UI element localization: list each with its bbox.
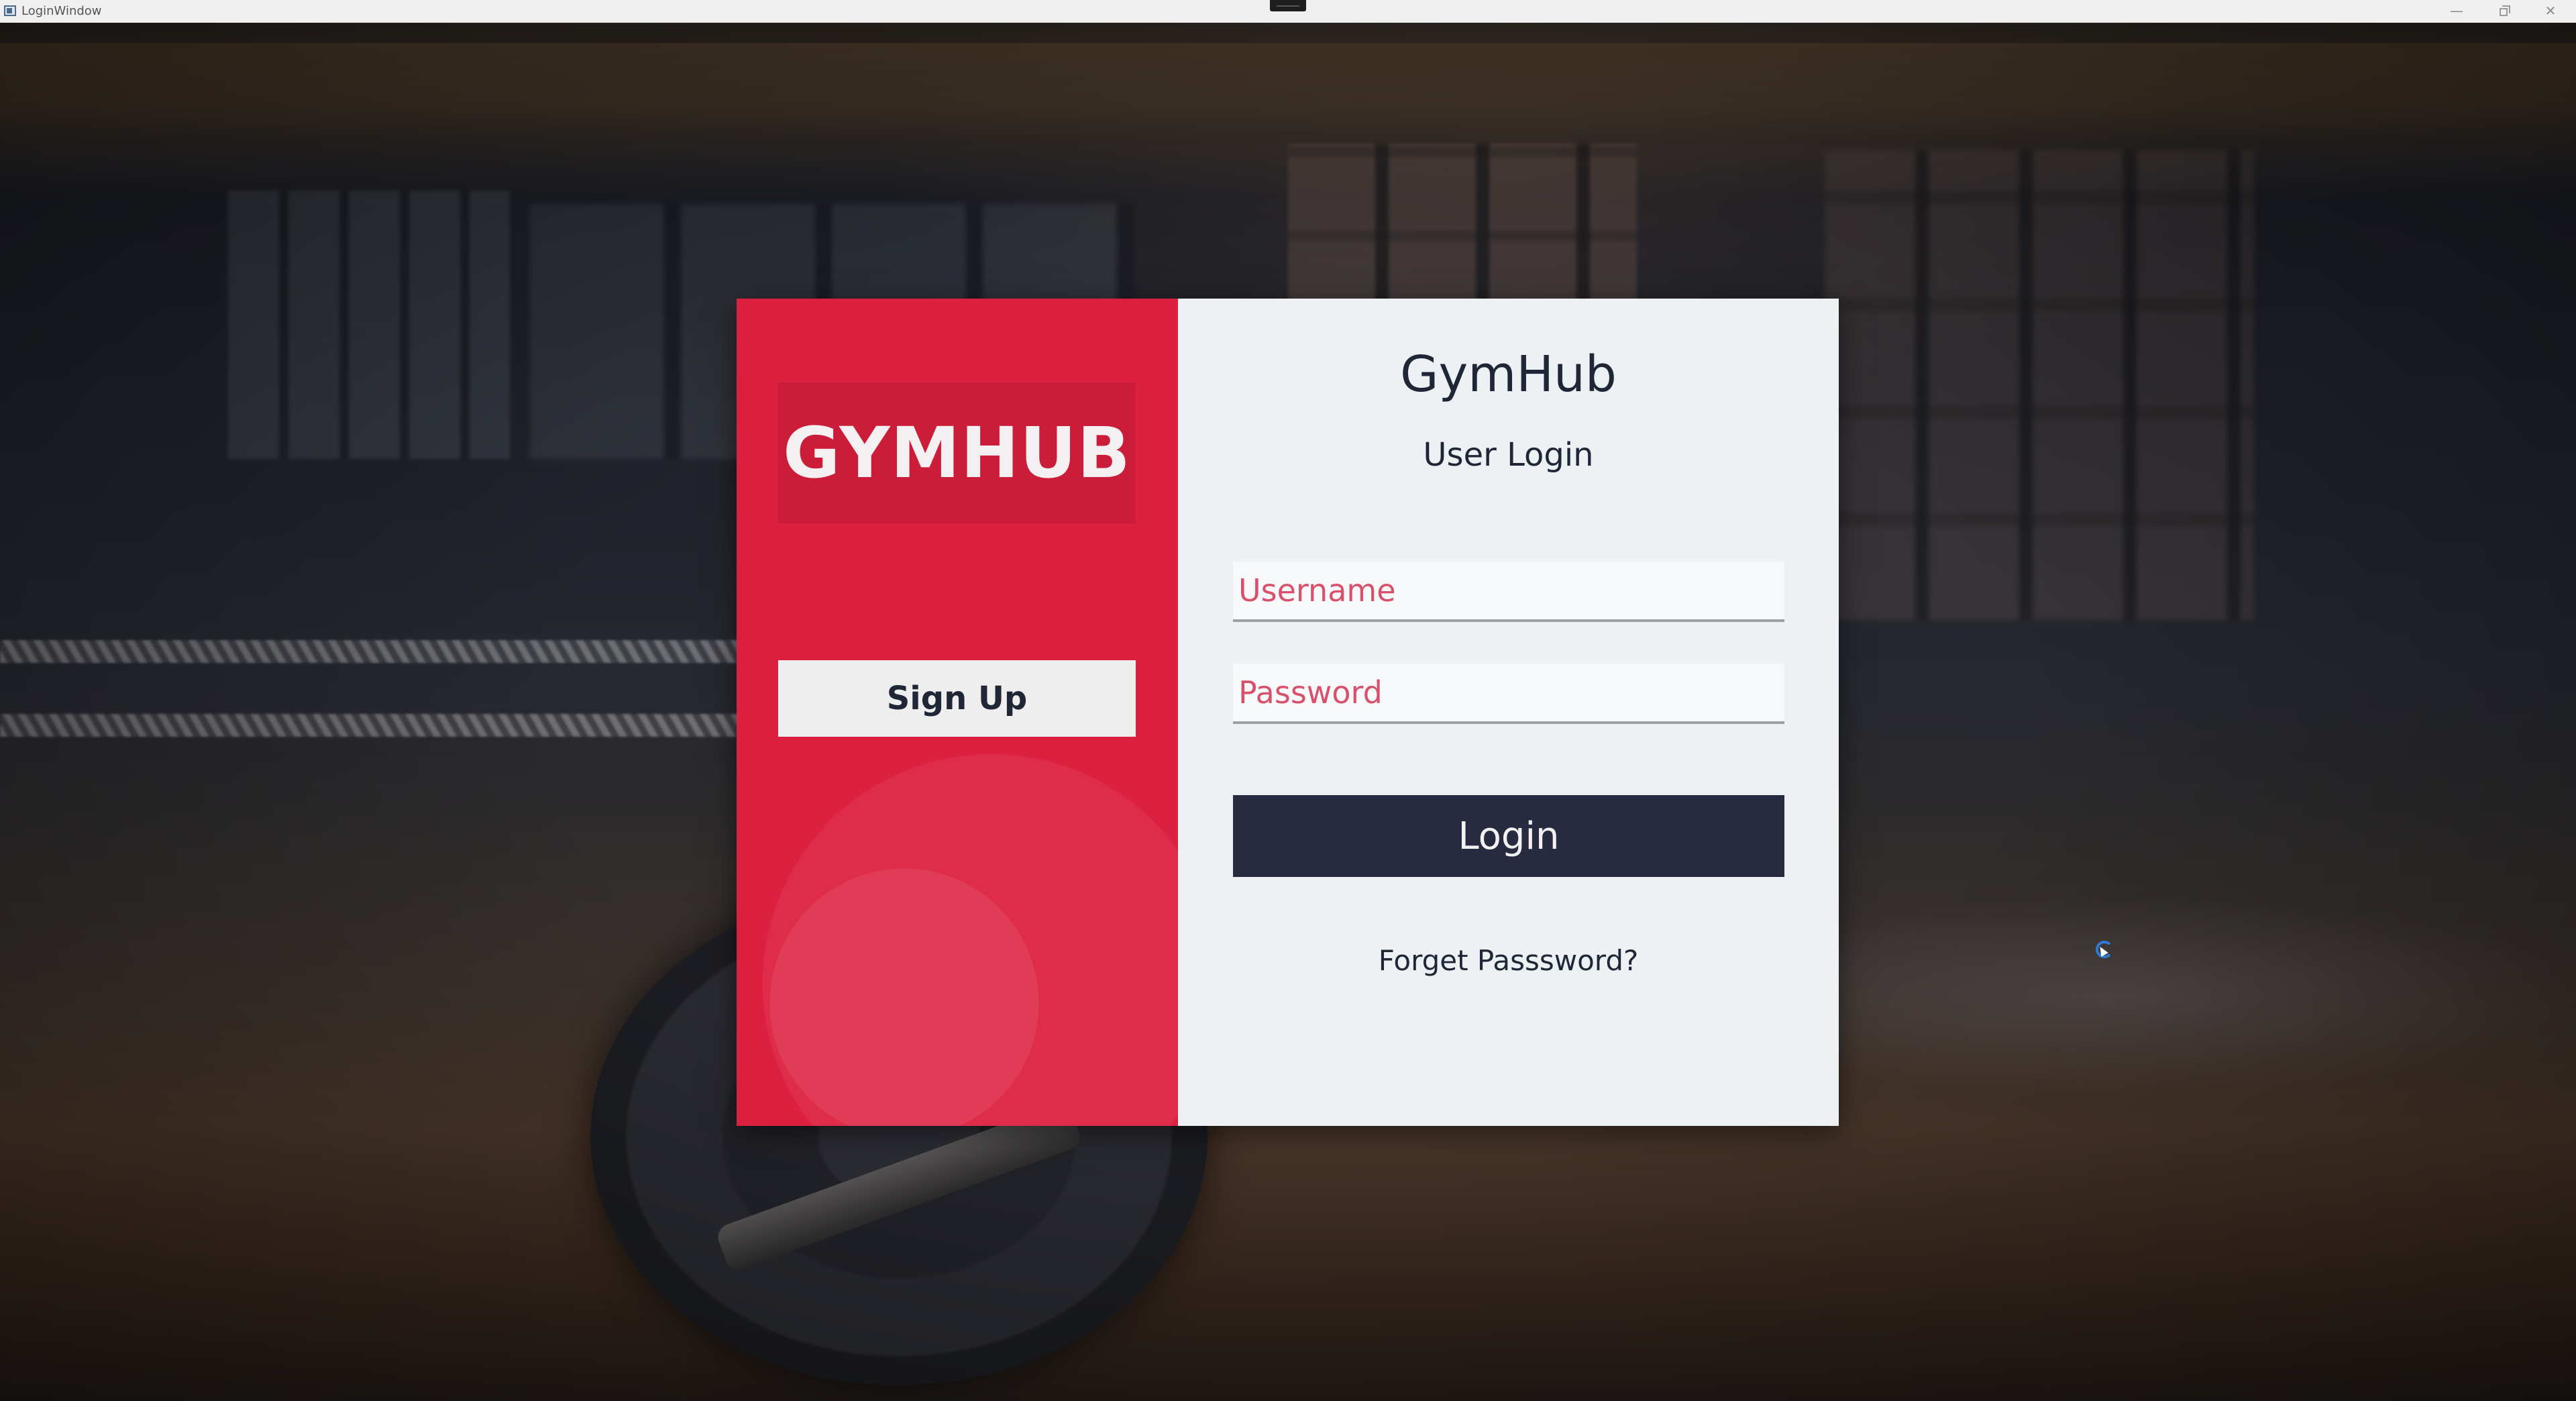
login-form-panel: GymHub User Login Login Forget Passsword… [1178,299,1839,1126]
app-window-icon [4,5,16,16]
restore-button[interactable] [2483,0,2524,22]
minimize-button[interactable]: — [2436,0,2477,22]
logo: GYMHUB [778,382,1136,523]
sign-up-button[interactable]: Sign Up [778,660,1136,737]
restore-icon [2500,5,2510,16]
logo-text: GYMHUB [783,412,1131,494]
forgot-password-link[interactable]: Forget Passsword? [1178,944,1839,977]
login-button[interactable]: Login [1233,795,1784,877]
title-bar: LoginWindow — ✕ [0,0,2576,23]
username-input[interactable] [1233,562,1784,622]
form-subtitle: User Login [1423,436,1594,474]
app-title: GymHub [1400,346,1617,403]
login-window: LoginWindow — ✕ GYMHUB Sign Up GymHub Us… [0,0,2576,1401]
login-card: GYMHUB Sign Up GymHub User Login Login F… [737,299,1839,1126]
brand-panel: GYMHUB Sign Up [737,299,1178,1126]
window-title: LoginWindow [21,4,102,18]
password-input[interactable] [1233,664,1784,724]
close-button[interactable]: ✕ [2530,0,2571,22]
title-bar-handle[interactable] [1270,0,1306,11]
